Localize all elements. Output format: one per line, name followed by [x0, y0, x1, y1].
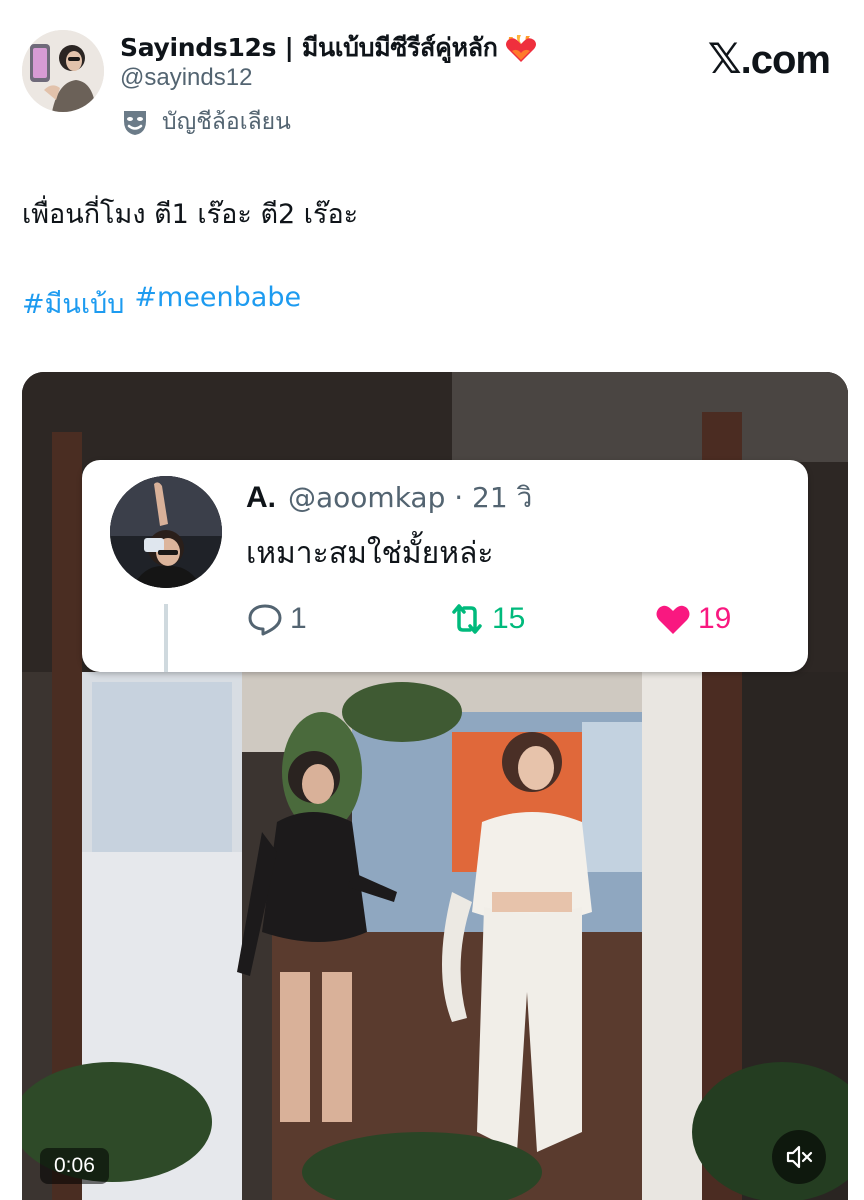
- brand-domain: .com: [740, 38, 831, 82]
- heart-on-fire-icon: [505, 35, 536, 62]
- retweet-button[interactable]: 15: [448, 600, 525, 638]
- retweet-count: 15: [492, 602, 526, 635]
- author-handle[interactable]: @sayinds12: [120, 64, 252, 92]
- like-count: 19: [698, 602, 732, 635]
- quoted-author-name[interactable]: A.: [246, 481, 276, 515]
- video-player[interactable]: A. @aoomkap · 21 วิ เหมาะสมใช่มั้ยหล่ะ 1: [22, 372, 848, 1200]
- quoted-tweet-actions: 1 15 19: [246, 600, 766, 644]
- theater-mask-icon: [124, 111, 146, 135]
- reply-icon: [248, 604, 282, 636]
- retweet-icon: [452, 604, 482, 634]
- author-avatar[interactable]: [22, 30, 104, 112]
- tweet-card: Sayinds12s | มีนเบ้บมีซีรีส์คู่หลัก @say…: [0, 0, 864, 1200]
- quoted-author-avatar[interactable]: [110, 476, 222, 588]
- reply-button[interactable]: 1: [246, 600, 307, 638]
- quoted-tweet-card[interactable]: A. @aoomkap · 21 วิ เหมาะสมใช่มั้ยหล่ะ 1: [82, 460, 808, 672]
- hashtag-row: #มีนเบ้บ #meenbabe: [22, 282, 301, 325]
- like-button[interactable]: 19: [654, 600, 731, 638]
- quoted-tweet-text: เหมาะสมใช่มั้ยหล่ะ: [246, 536, 494, 571]
- thread-connector-line: [164, 604, 168, 672]
- x-com-watermark: 𝕏 .com: [707, 34, 831, 83]
- hashtag-link[interactable]: #meenbabe: [134, 282, 301, 325]
- heart-filled-icon: [656, 605, 690, 634]
- speaker-muted-icon: [786, 1145, 813, 1169]
- tweet-text: เพื่อนกี่โมง ตี1 เร๊อะ ตี2 เร๊อะ: [22, 199, 359, 230]
- quoted-author-meta[interactable]: @aoomkap · 21 วิ: [288, 476, 532, 520]
- reply-count: 1: [290, 602, 307, 635]
- author-display-name[interactable]: Sayinds12s | มีนเบ้บมีซีรีส์คู่หลัก: [120, 28, 498, 68]
- video-timestamp: 0:06: [40, 1148, 109, 1184]
- x-logo-icon: 𝕏: [707, 34, 742, 83]
- mute-toggle-button[interactable]: [772, 1130, 826, 1184]
- parody-account-label: บัญชีล้อเลียน: [162, 109, 291, 135]
- hashtag-link[interactable]: #มีนเบ้บ: [22, 282, 124, 325]
- parody-account-row: บัญชีล้อเลียน: [120, 104, 291, 140]
- author-name-row: Sayinds12s | มีนเบ้บมีซีรีส์คู่หลัก: [120, 28, 538, 68]
- quoted-tweet-header: A. @aoomkap · 21 วิ: [246, 476, 532, 520]
